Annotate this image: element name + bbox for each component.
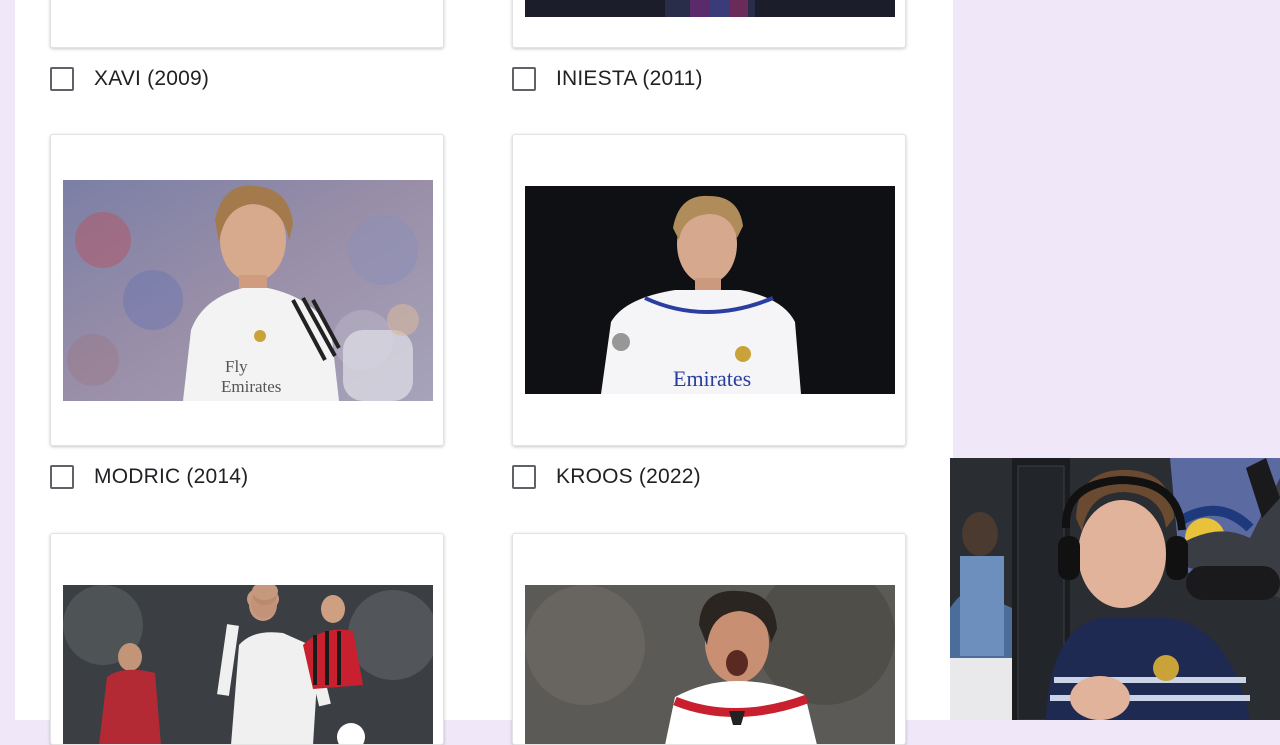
svg-text:Emirates: Emirates [673, 366, 751, 391]
option-xavi[interactable]: XAVI (2009) [50, 64, 209, 94]
option-image-card-xavi [50, 0, 444, 48]
option-label-xavi: XAVI (2009) [94, 67, 210, 90]
iniesta-photo [525, 0, 895, 17]
svg-text:Emirates: Emirates [221, 377, 281, 396]
option-image-card-6 [512, 533, 906, 745]
option-iniesta[interactable]: INIESTA (2011) [512, 64, 703, 94]
option-image-card-modric: Fly Emirates [50, 134, 444, 446]
webcam-overlay [950, 458, 1280, 720]
checkbox-modric[interactable] [50, 465, 74, 489]
option-6-photo [525, 585, 895, 744]
option-label-modric: MODRIC (2014) [94, 465, 249, 488]
option-image-card-kroos: Emirates [512, 134, 906, 446]
option-label-iniesta: INIESTA (2011) [556, 67, 703, 90]
option-kroos[interactable]: KROOS (2022) [512, 462, 701, 492]
checkbox-kroos[interactable] [512, 465, 536, 489]
option-label-kroos: KROOS (2022) [556, 465, 701, 488]
checkbox-iniesta[interactable] [512, 67, 536, 91]
modric-photo: Fly Emirates [63, 180, 433, 401]
option-image-card-5 [50, 533, 444, 745]
checkbox-xavi[interactable] [50, 67, 74, 91]
option-5-photo [63, 585, 433, 744]
kroos-photo: Emirates [525, 186, 895, 394]
option-image-card-iniesta [512, 0, 906, 48]
option-modric[interactable]: MODRIC (2014) [50, 462, 248, 492]
svg-text:Fly: Fly [225, 357, 248, 376]
